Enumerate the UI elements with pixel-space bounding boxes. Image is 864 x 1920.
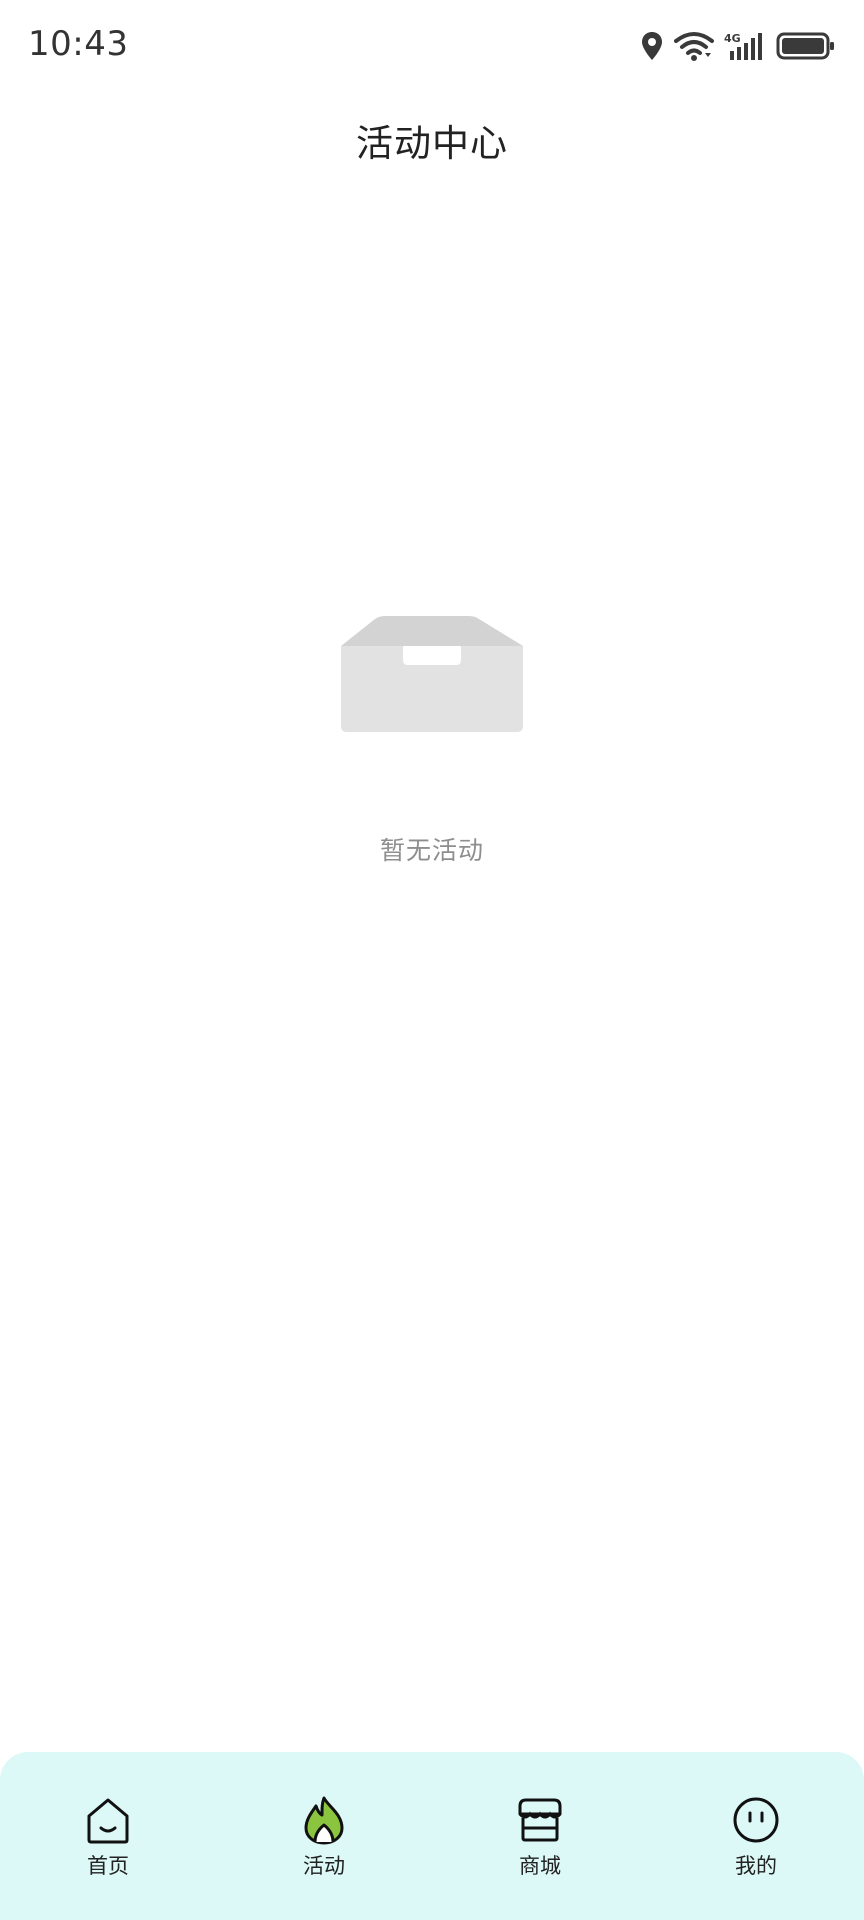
header: 活动中心 — [0, 100, 864, 180]
tab-home-label: 首页 — [87, 1854, 129, 1878]
flame-icon — [304, 1796, 344, 1845]
tab-mine[interactable]: 我的 — [648, 1752, 864, 1880]
tab-mine-label: 我的 — [735, 1854, 777, 1878]
status-icons: 4G — [640, 26, 836, 66]
wifi-icon — [674, 32, 714, 61]
tab-activity-label: 活动 — [303, 1854, 345, 1878]
page-title: 活动中心 — [356, 122, 508, 165]
home-icon — [87, 1798, 129, 1844]
empty-inbox-icon — [341, 616, 523, 732]
empty-state: 暂无活动 — [0, 610, 864, 867]
cellular-signal-icon: 4G — [724, 32, 762, 60]
status-time: 10:43 — [28, 24, 129, 64]
battery-icon — [776, 32, 834, 60]
tab-store-label: 商城 — [519, 1854, 561, 1878]
empty-message: 暂无活动 — [379, 836, 484, 865]
tab-home[interactable]: 首页 — [0, 1752, 216, 1880]
status-bar: 10:43 4G — [0, 0, 864, 92]
face-icon — [733, 1797, 779, 1843]
location-icon — [642, 32, 662, 60]
bottom-tab-bar: 首页 活动 商城 我的 — [0, 1752, 864, 1920]
tab-activity[interactable]: 活动 — [216, 1752, 432, 1880]
network-type-label: 4G — [724, 32, 741, 45]
tab-store[interactable]: 商城 — [432, 1752, 648, 1880]
store-icon — [518, 1798, 562, 1842]
